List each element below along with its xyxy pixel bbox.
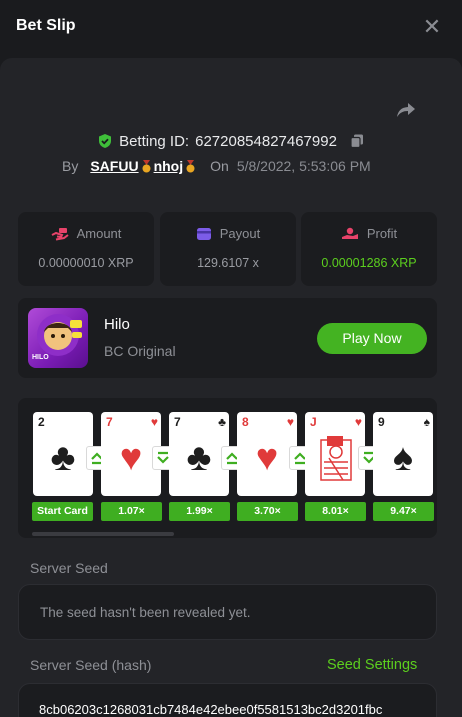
user-name-part-2: nhoj (153, 158, 184, 174)
multiplier-badge: 1.07× (101, 502, 162, 521)
cards-history[interactable]: 2 ♣ Start Card 7 ♥ ♥ 1.07× 7 ♣ ♣ 1.99× 8… (18, 398, 437, 538)
card-2-clubs: 2 ♣ (33, 412, 93, 496)
server-seed-hash-label: Server Seed (hash) (30, 657, 152, 673)
card-rank: 2 (38, 415, 45, 429)
card-corner-suit: ♥ (150, 415, 158, 429)
page-title: Bet Slip (16, 17, 76, 34)
medal-icon (142, 160, 151, 173)
on-label: On (210, 158, 229, 174)
user-name-part-1: SAFUU (90, 158, 139, 174)
game-subtitle: BC Original (104, 343, 176, 359)
card-9-spades: 9 ♠ ♠ (373, 412, 433, 496)
payout-value: 129.6107 x (197, 256, 259, 270)
server-seed-label: Server Seed (30, 560, 108, 576)
header: Bet Slip ✕ (0, 0, 462, 56)
card-suit: ♥ (255, 437, 279, 479)
amount-card: Amount 0.00000010 XRP (18, 212, 154, 286)
server-seed-hash-field[interactable]: 8cb06203c1268031cb7484e42ebee0f5581513bc… (18, 683, 437, 717)
server-seed-hash-value: 8cb06203c1268031cb7484e42ebee0f5581513bc… (39, 702, 383, 717)
card-corner-suit: ♥ (286, 415, 294, 429)
amount-value: 0.00000010 XRP (38, 256, 134, 270)
jack-face-icon (320, 436, 352, 481)
server-seed-field: The seed hasn't been revealed yet. (18, 584, 437, 640)
multiplier-badge: 3.70× (237, 502, 298, 521)
card-suit: ♣ (50, 437, 76, 479)
card-rank: 7 (106, 415, 113, 429)
card-rank: J (310, 415, 317, 429)
card-rank: 9 (378, 415, 385, 429)
horizontal-scrollbar[interactable] (32, 532, 174, 536)
card-suit: ♠ (392, 437, 414, 479)
game-card: HILO Hilo BC Original Play Now (18, 298, 437, 378)
medal-icon (186, 160, 195, 173)
amount-label-row: Amount (18, 226, 154, 241)
card-7-clubs: 7 ♣ ♣ (169, 412, 229, 496)
payout-label-row: Payout (160, 226, 296, 241)
money-hand-icon (51, 227, 69, 240)
profit-card: Profit 0.00001286 XRP (301, 212, 437, 286)
betting-id-row: Betting ID: 62720854827467992 (0, 130, 462, 152)
betting-id: 62720854827467992 (195, 132, 337, 150)
card-wallet-icon (196, 227, 211, 240)
thumb-label: HILO (32, 354, 49, 361)
game-name: Hilo (104, 316, 130, 333)
card-corner-suit: ♣ (218, 415, 226, 429)
card-corner-suit: ♠ (423, 415, 430, 429)
multiplier-badge: Start Card (32, 502, 93, 521)
profit-hand-icon (341, 227, 358, 239)
multiplier-badge: 8.01× (305, 502, 366, 521)
payout-label: Payout (219, 226, 261, 241)
seed-settings-link[interactable]: Seed Settings (327, 657, 417, 673)
copy-icon[interactable] (349, 133, 365, 149)
by-label: By (62, 158, 79, 174)
bet-date: 5/8/2022, 5:53:06 PM (236, 158, 371, 174)
betting-id-label: Betting ID: (119, 132, 190, 150)
close-icon[interactable]: ✕ (422, 16, 442, 38)
card-rank: 7 (174, 415, 181, 429)
game-thumbnail[interactable]: HILO (28, 308, 88, 368)
amount-label: Amount (76, 226, 122, 241)
multiplier-badge: 9.47× (373, 502, 434, 521)
profit-value: 0.00001286 XRP (321, 256, 417, 270)
card-jack-hearts: J ♥ (305, 412, 365, 496)
profit-label-row: Profit (301, 226, 437, 241)
multiplier-badge: 1.99× (169, 502, 230, 521)
card-suit: ♣ (186, 437, 212, 479)
play-now-button[interactable]: Play Now (317, 323, 427, 354)
share-icon[interactable] (394, 98, 418, 122)
bettor-row: By SAFUU nhoj On 5/8/2022, 5:53:06 PM (62, 156, 371, 176)
user-name-link[interactable]: SAFUU nhoj (90, 158, 198, 174)
card-rank: 8 (242, 415, 249, 429)
profit-label: Profit (366, 226, 398, 241)
shield-check-icon (99, 134, 112, 148)
card-8-hearts: 8 ♥ ♥ (237, 412, 297, 496)
payout-card: Payout 129.6107 x (160, 212, 296, 286)
card-corner-suit: ♥ (354, 415, 362, 429)
